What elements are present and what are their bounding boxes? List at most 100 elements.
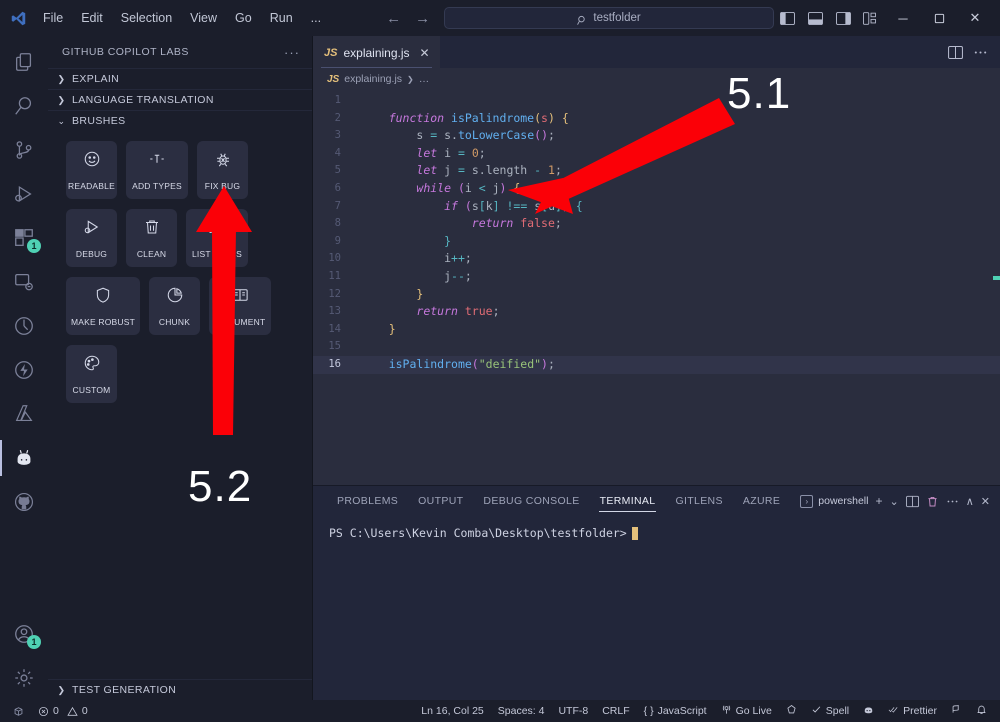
menu-run[interactable]: Run [261,8,302,28]
code-line-15[interactable]: 15 [313,338,1000,356]
status-spell-checker[interactable]: Spell [804,700,856,722]
sidebar-section-explain[interactable]: ❯ EXPLAIN [48,68,312,89]
split-terminal-icon[interactable] [905,495,919,508]
brush-list-steps[interactable]: LIST STEPS [186,209,248,267]
brush-debug[interactable]: DEBUG [66,209,117,267]
activity-github[interactable] [0,480,48,524]
close-panel-icon[interactable]: ✕ [981,495,990,508]
code-line-8[interactable]: 8 return false; [313,215,1000,233]
status-problems[interactable]: 0 0 [31,700,95,722]
activity-source-control[interactable] [0,128,48,172]
brush-custom[interactable]: CUSTOM [66,345,117,403]
window-minimize-button[interactable]: ─ [886,4,920,32]
code-line-4[interactable]: 4 let i = 0; [313,145,1000,163]
status-go-live[interactable]: Go Live [714,700,779,722]
code-text: isPalindrome("deified"); [388,356,555,371]
code-line-14[interactable]: 14 } [313,321,1000,339]
brush-readable[interactable]: READABLE [66,141,117,199]
menu-go[interactable]: Go [226,8,261,28]
terminal-shell-selector[interactable]: › powershell [800,494,868,508]
panel-tab-terminal[interactable]: TERMINAL [590,486,666,516]
code-line-5[interactable]: 5 let j = s.length - 1; [313,162,1000,180]
sidebar-section-test-generation[interactable]: ❯ TEST GENERATION [48,679,312,700]
menu-selection[interactable]: Selection [112,8,181,28]
breadcrumb-file[interactable]: explaining.js [344,73,402,85]
panel-more-actions-icon[interactable] [946,495,959,508]
status-indentation[interactable]: Spaces: 4 [491,700,552,722]
code-line-9[interactable]: 9 } [313,233,1000,251]
code-line-7[interactable]: 7 if (s[k] !== s[u]) { [313,198,1000,216]
activity-thunder-client[interactable] [0,348,48,392]
menu-view[interactable]: View [181,8,226,28]
panel-tab-debug-console[interactable]: DEBUG CONSOLE [473,486,589,516]
go-back-icon[interactable]: ← [386,10,401,27]
brush-clean[interactable]: CLEAN [126,209,177,267]
status-line-column[interactable]: Ln 16, Col 25 [414,700,490,722]
activity-azure[interactable] [0,392,48,436]
new-terminal-icon[interactable]: + [875,494,882,508]
code-line-1[interactable]: 1 [313,92,1000,110]
status-remote-window[interactable] [6,700,31,722]
panel-tab-problems[interactable]: PROBLEMS [327,486,408,516]
panel-tab-output[interactable]: OUTPUT [408,486,473,516]
activity-remote-explorer[interactable] [0,260,48,304]
activity-explorer[interactable] [0,40,48,84]
code-line-6[interactable]: 6 while (i < j) { [313,180,1000,198]
status-encoding[interactable]: UTF-8 [551,700,595,722]
code-line-2[interactable]: 2 function isPalindrome(s) { [313,110,1000,128]
window-close-button[interactable]: ✕ [958,4,992,32]
terminal-profile-dropdown-icon[interactable]: ⌄ [890,495,899,508]
brush-document[interactable]: DOCUMENT [209,277,271,335]
quick-search-input[interactable]: testfolder [444,7,774,29]
code-line-11[interactable]: 11 j--; [313,268,1000,286]
status-gitlens[interactable] [779,700,804,722]
activity-copilot-labs[interactable] [0,436,48,480]
panel-tab-azure[interactable]: AZURE [733,486,790,516]
status-notifications[interactable] [969,700,994,722]
toggle-panel-icon[interactable] [802,6,828,30]
go-forward-icon[interactable]: → [415,10,430,27]
code-line-12[interactable]: 12 } [313,286,1000,304]
toggle-secondary-sidebar-icon[interactable] [830,6,856,30]
code-line-10[interactable]: 10 i++; [313,250,1000,268]
menu-edit[interactable]: Edit [72,8,112,28]
kill-terminal-icon[interactable] [926,495,939,508]
status-prettier[interactable]: Prettier [881,700,944,722]
customize-layout-icon[interactable] [858,6,884,30]
maximize-panel-icon[interactable]: ∧ [966,495,974,508]
status-language-mode[interactable]: { } JavaScript [637,700,714,722]
status-eol[interactable]: CRLF [595,700,636,722]
activity-search[interactable] [0,84,48,128]
panel-tab-gitlens[interactable]: GITLENS [665,486,732,516]
sidebar-more-actions-icon[interactable]: ··· [284,45,306,60]
sidebar-section-language-translation[interactable]: ❯ LANGUAGE TRANSLATION [48,89,312,110]
code-line-13[interactable]: 13 return true; [313,303,1000,321]
brush-chunk[interactable]: CHUNK [149,277,200,335]
split-editor-icon[interactable] [948,45,963,60]
code-editor[interactable]: 12 function isPalindrome(s) {3 s = s.toL… [313,90,1000,485]
brush-make-robust[interactable]: MAKE ROBUST [66,277,140,335]
activity-testing[interactable] [0,304,48,348]
sidebar-section-brushes[interactable]: ⌄ BRUSHES [48,110,312,131]
tab-explaining-js[interactable]: JS explaining.js ✕ [313,36,440,68]
activity-run-and-debug[interactable] [0,172,48,216]
code-line-3[interactable]: 3 s = s.toLowerCase(); [313,127,1000,145]
breadcrumb-trail[interactable]: … [419,73,430,85]
activity-settings[interactable] [0,656,48,700]
chevron-down-icon: ⌄ [57,115,66,126]
editor-more-actions-icon[interactable] [973,45,988,60]
code-line-16[interactable]: 16 isPalindrome("deified"); [313,355,1000,374]
close-tab-icon[interactable]: ✕ [420,46,430,60]
activity-accounts[interactable]: 1 [0,612,48,656]
menu-more[interactable]: ... [302,8,330,28]
brush-label: DOCUMENT [214,316,266,327]
activity-extensions[interactable]: 1 [0,216,48,260]
brush-add-types[interactable]: ADD TYPES [126,141,188,199]
terminal-body[interactable]: PS C:\Users\Kevin Comba\Desktop\testfold… [313,516,1000,700]
toggle-primary-sidebar-icon[interactable] [774,6,800,30]
menu-file[interactable]: File [34,8,72,28]
status-feedback[interactable] [944,700,969,722]
window-restore-button[interactable] [922,4,956,32]
status-copilot[interactable] [856,700,881,722]
brush-fix-bug[interactable]: FIX BUG [197,141,248,199]
